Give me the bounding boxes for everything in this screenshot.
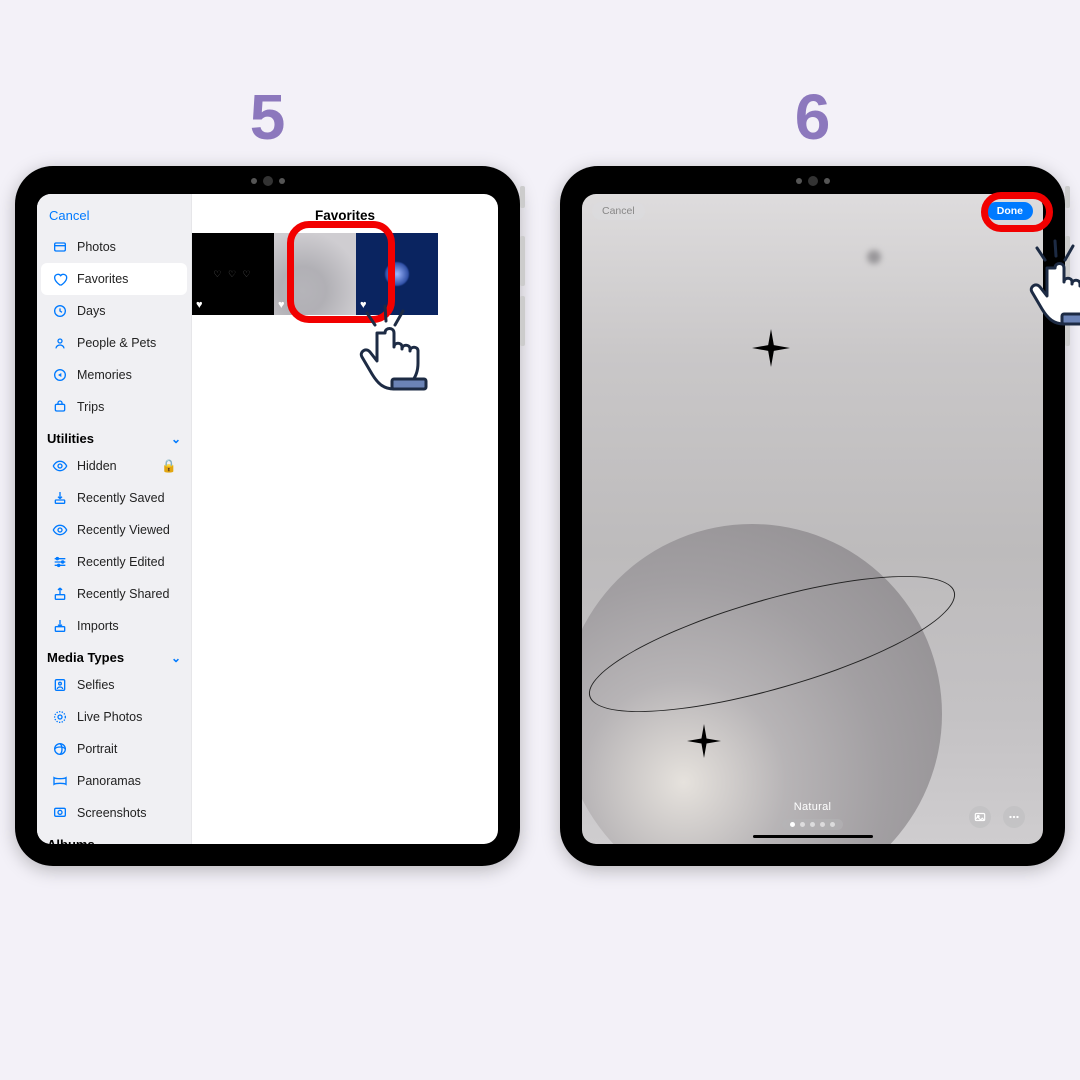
favorite-badge-icon: ♥ <box>360 299 367 311</box>
done-button[interactable]: Done <box>987 202 1033 220</box>
photos-button[interactable] <box>969 806 991 828</box>
clock-icon <box>51 302 69 320</box>
sidebar-item-days[interactable]: Days <box>41 295 187 327</box>
chevron-down-icon: ⌄ <box>171 432 181 446</box>
power-button <box>1065 186 1070 208</box>
sparkle-icon <box>687 724 721 758</box>
cancel-button[interactable]: Cancel <box>37 194 191 231</box>
sidebar-item-label: Recently Viewed <box>77 523 170 537</box>
home-indicator <box>753 835 873 838</box>
photos-picker-screen: Cancel Photos Favorites Days <box>37 194 498 844</box>
import-icon <box>51 617 69 635</box>
sidebar-item-hidden[interactable]: Hidden 🔒 <box>41 450 187 482</box>
aperture-icon <box>51 740 69 758</box>
section-utilities[interactable]: Utilities ⌄ <box>37 423 191 450</box>
section-title: Utilities <box>47 431 94 446</box>
sidebar-item-label: Selfies <box>77 678 115 692</box>
more-button[interactable] <box>1003 806 1025 828</box>
power-button <box>520 186 525 208</box>
volume-button <box>520 236 525 286</box>
photo-thumbnail[interactable]: ♥ <box>274 233 356 315</box>
camera-notch <box>560 176 1065 186</box>
photos-sidebar: Cancel Photos Favorites Days <box>37 194 192 844</box>
sidebar-item-screenshots[interactable]: Screenshots <box>41 797 187 829</box>
sidebar-item-label: Imports <box>77 619 119 633</box>
suitcase-icon <box>51 398 69 416</box>
sidebar-item-people-pets[interactable]: People & Pets <box>41 327 187 359</box>
sidebar-item-label: Live Photos <box>77 710 142 724</box>
download-icon <box>51 489 69 507</box>
favorite-badge-icon: ♥ <box>278 299 285 311</box>
section-title: Albums <box>47 837 95 844</box>
sidebar-item-label: Trips <box>77 400 104 414</box>
step-number-5: 5 <box>15 80 520 154</box>
memories-icon <box>51 366 69 384</box>
sidebar-item-label: Recently Edited <box>77 555 165 569</box>
sidebar-item-label: Hidden <box>77 459 117 473</box>
thumb-art: ♡ <box>391 268 403 280</box>
filter-label: Natural <box>794 801 832 813</box>
sidebar-item-recently-viewed[interactable]: Recently Viewed <box>41 514 187 546</box>
sidebar-item-recently-edited[interactable]: Recently Edited <box>41 546 187 578</box>
sidebar-item-panoramas[interactable]: Panoramas <box>41 765 187 797</box>
wallpaper-preview-screen: Cancel Done Natural <box>582 194 1043 844</box>
page-dots[interactable] <box>782 819 843 830</box>
sidebar-item-label: Memories <box>77 368 132 382</box>
sidebar-item-label: Recently Shared <box>77 587 169 601</box>
photo-thumbnail[interactable]: ♡ ♡ ♡ ♥ <box>192 233 274 315</box>
sidebar-item-label: People & Pets <box>77 336 156 350</box>
camera-notch <box>15 176 520 186</box>
sidebar-item-label: Days <box>77 304 105 318</box>
wallpaper-dot <box>867 250 881 264</box>
lock-icon: 🔒 <box>161 459 177 474</box>
sidebar-item-portrait[interactable]: Portrait <box>41 733 187 765</box>
sidebar-item-label: Panoramas <box>77 774 141 788</box>
livephoto-icon <box>51 708 69 726</box>
thumb-art: ♡ ♡ ♡ <box>213 269 252 280</box>
volume-button <box>1065 236 1070 286</box>
favorite-badge-icon: ♥ <box>196 299 203 311</box>
share-icon <box>51 585 69 603</box>
sidebar-item-recently-shared[interactable]: Recently Shared <box>41 578 187 610</box>
sidebar-item-live-photos[interactable]: Live Photos <box>41 701 187 733</box>
sidebar-item-imports[interactable]: Imports <box>41 610 187 642</box>
sidebar-item-label: Portrait <box>77 742 117 756</box>
tablet-frame-left: Cancel Photos Favorites Days <box>15 166 520 866</box>
sidebar-item-photos[interactable]: Photos <box>41 231 187 263</box>
volume-button <box>1065 296 1070 346</box>
sidebar-item-recently-saved[interactable]: Recently Saved <box>41 482 187 514</box>
section-media-types[interactable]: Media Types ⌄ <box>37 642 191 669</box>
volume-button <box>520 296 525 346</box>
cancel-button[interactable]: Cancel <box>592 202 645 220</box>
screenshot-icon <box>51 804 69 822</box>
sidebar-item-trips[interactable]: Trips <box>41 391 187 423</box>
eye-icon <box>51 457 69 475</box>
eye-icon <box>51 521 69 539</box>
photo-grid: ♡ ♡ ♡ ♥ ♥ ♡ ♥ <box>192 233 498 315</box>
sidebar-item-favorites[interactable]: Favorites <box>41 263 187 295</box>
chevron-down-icon: ⌄ <box>171 838 181 845</box>
library-icon <box>51 238 69 256</box>
sliders-icon <box>51 553 69 571</box>
step-number-6: 6 <box>560 80 1065 154</box>
sparkle-icon <box>752 329 790 367</box>
person-icon <box>51 334 69 352</box>
photo-thumbnail[interactable]: ♡ ♥ <box>356 233 438 315</box>
section-title: Media Types <box>47 650 124 665</box>
selfie-icon <box>51 676 69 694</box>
tablet-frame-right: Cancel Done Natural <box>560 166 1065 866</box>
heart-icon <box>51 270 69 288</box>
photos-grid-area: Favorites ♡ ♡ ♡ ♥ ♥ ♡ ♥ <box>192 194 498 844</box>
sidebar-item-label: Recently Saved <box>77 491 165 505</box>
section-albums[interactable]: Albums ⌄ <box>37 829 191 844</box>
sidebar-item-memories[interactable]: Memories <box>41 359 187 391</box>
sidebar-item-label: Favorites <box>77 272 128 286</box>
sidebar-item-selfies[interactable]: Selfies <box>41 669 187 701</box>
sidebar-item-label: Photos <box>77 240 116 254</box>
chevron-down-icon: ⌄ <box>171 651 181 665</box>
sidebar-item-label: Screenshots <box>77 806 146 820</box>
panorama-icon <box>51 772 69 790</box>
grid-title: Favorites <box>192 194 498 233</box>
